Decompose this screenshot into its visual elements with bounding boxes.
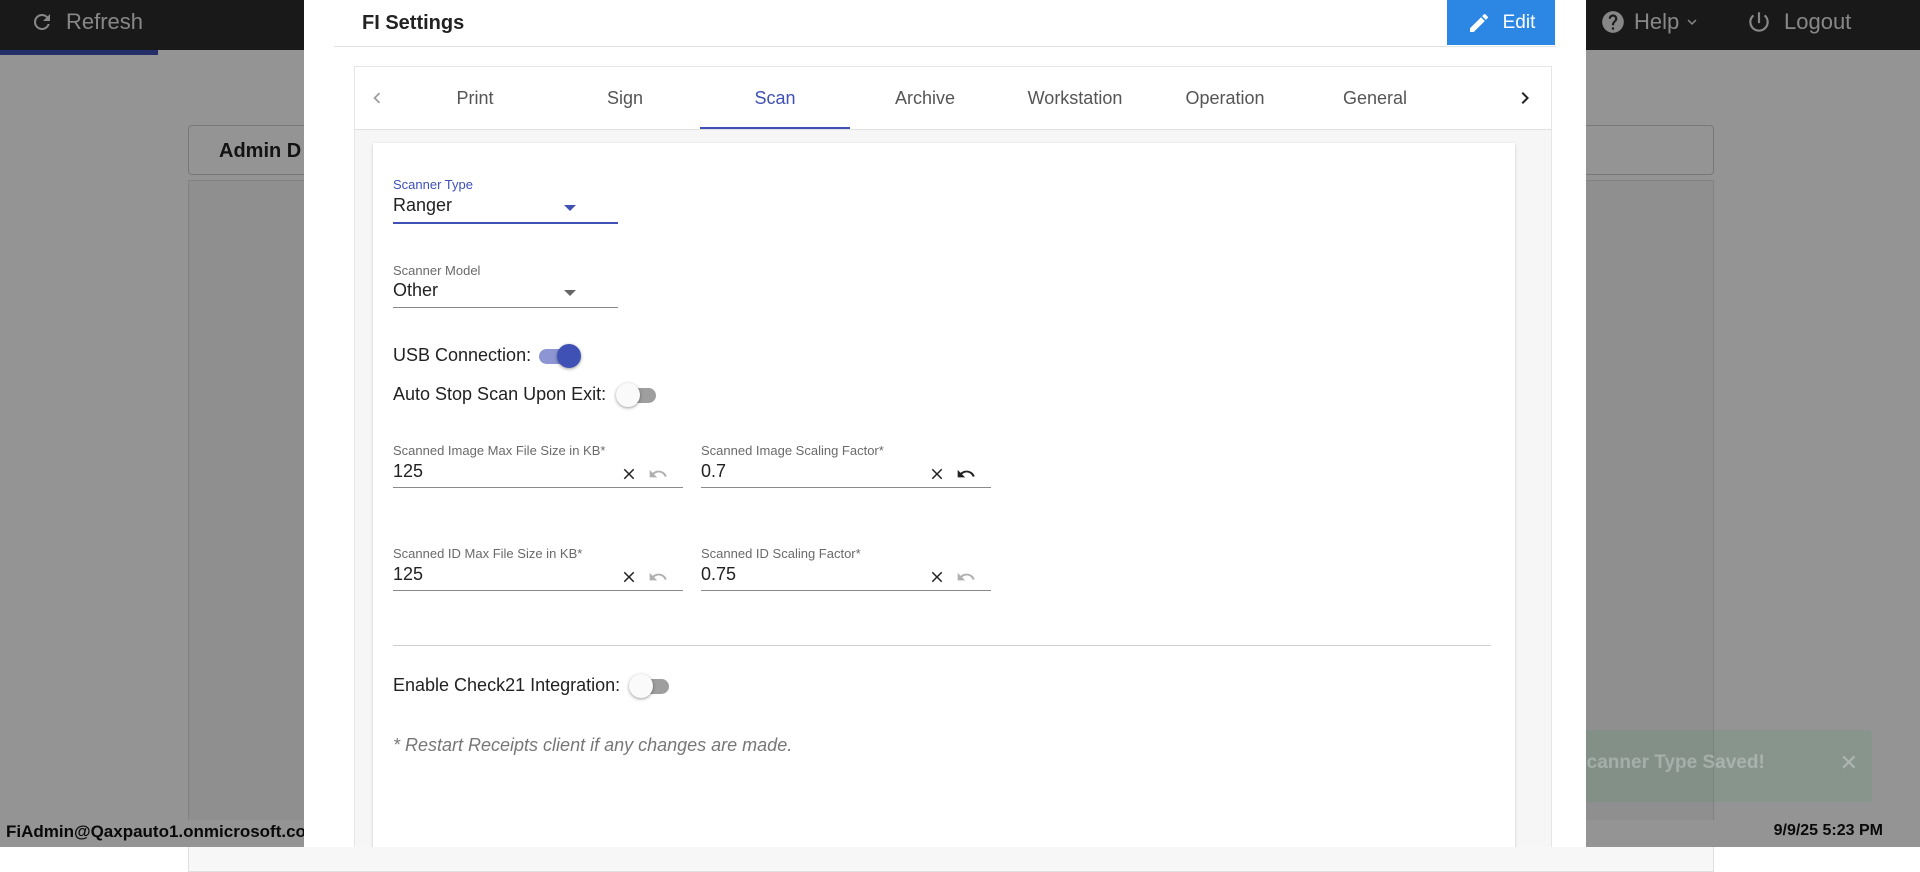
edit-button[interactable]: Edit: [1447, 0, 1555, 45]
clear-icon[interactable]: [618, 566, 640, 588]
image-scaling-label: Scanned Image Scaling Factor*: [701, 443, 884, 458]
id-scaling-input[interactable]: 0.75: [701, 564, 736, 585]
chevron-left-icon: [373, 92, 381, 104]
tab-label: General: [1342, 87, 1408, 108]
id-scaling-label: Scanned ID Scaling Factor*: [701, 546, 861, 561]
image-scaling-input[interactable]: 0.7: [701, 461, 726, 482]
tab-archive[interactable]: Archive: [850, 67, 1000, 129]
scanner-model-underline: [393, 307, 618, 308]
tab-print[interactable]: Print: [400, 67, 550, 129]
fi-settings-dialog: FI Settings Edit Print Sign Scan Archive…: [304, 0, 1586, 847]
tab-label: Print: [456, 87, 494, 108]
toggle-thumb: [629, 674, 653, 698]
scan-settings-card: Scanner Type Ranger Scanner Model Other …: [373, 143, 1515, 847]
check21-toggle[interactable]: [629, 673, 671, 699]
toggle-thumb: [616, 383, 640, 407]
tab-label: Archive: [894, 87, 956, 108]
pencil-icon: [1469, 13, 1488, 32]
image-max-size-label: Scanned Image Max File Size in KB*: [393, 443, 606, 458]
id-max-size-label: Scanned ID Max File Size in KB*: [393, 546, 583, 561]
settings-content: Print Sign Scan Archive Workstation Oper…: [354, 66, 1552, 847]
image-max-size-input[interactable]: 125: [393, 461, 423, 482]
caret-down-icon[interactable]: [564, 290, 576, 296]
tab-scroll-right[interactable]: [1505, 67, 1545, 129]
edit-label: Edit: [1502, 11, 1536, 33]
id-max-size-input[interactable]: 125: [393, 564, 423, 585]
dialog-title: FI Settings: [362, 12, 465, 34]
scanner-type-select[interactable]: Ranger: [393, 195, 452, 216]
settings-tabs: Print Sign Scan Archive Workstation Oper…: [355, 67, 1551, 130]
scanner-type-underline: [393, 222, 618, 224]
scanner-model-select[interactable]: Other: [393, 280, 438, 301]
image-scaling-underline: [701, 487, 991, 488]
usb-connection-label: USB Connection:: [393, 345, 532, 365]
section-divider: [393, 645, 1491, 646]
auto-stop-toggle[interactable]: [616, 382, 658, 408]
toggle-thumb: [557, 344, 581, 368]
tab-sign[interactable]: Sign: [550, 67, 700, 129]
undo-icon[interactable]: [647, 566, 669, 588]
undo-icon[interactable]: [955, 566, 977, 588]
toast-close-icon[interactable]: ✕: [1840, 750, 1858, 776]
undo-icon[interactable]: [955, 463, 977, 485]
dialog-header-divider: [334, 46, 1556, 47]
tab-general[interactable]: General: [1300, 67, 1450, 129]
tab-workstation[interactable]: Workstation: [1000, 67, 1150, 129]
tab-scan[interactable]: Scan: [700, 67, 850, 129]
clear-icon[interactable]: [926, 463, 948, 485]
undo-icon[interactable]: [647, 463, 669, 485]
restart-note: * Restart Receipts client if any changes…: [393, 735, 793, 755]
tab-label: Workstation: [1027, 87, 1123, 108]
tab-label: Scan: [754, 87, 796, 108]
id-max-size-underline: [393, 590, 683, 591]
id-scaling-underline: [701, 590, 991, 591]
caret-down-icon[interactable]: [564, 205, 576, 211]
tab-scroll-left[interactable]: [357, 67, 397, 129]
usb-connection-toggle[interactable]: [537, 343, 581, 369]
tab-operation[interactable]: Operation: [1150, 67, 1300, 129]
image-max-size-underline: [393, 487, 683, 488]
scanner-type-label: Scanner Type: [393, 177, 473, 192]
tab-label: Operation: [1185, 87, 1265, 108]
toast-message: Scanner Type Saved!: [1574, 752, 1765, 773]
tab-label: Sign: [606, 87, 644, 108]
active-tab-indicator: [700, 127, 850, 129]
chevron-right-icon: [1521, 92, 1529, 104]
auto-stop-label: Auto Stop Scan Upon Exit:: [393, 384, 607, 404]
clear-icon[interactable]: [618, 463, 640, 485]
check21-label: Enable Check21 Integration:: [393, 675, 621, 695]
scanner-model-label: Scanner Model: [393, 263, 481, 278]
clear-icon[interactable]: [926, 566, 948, 588]
